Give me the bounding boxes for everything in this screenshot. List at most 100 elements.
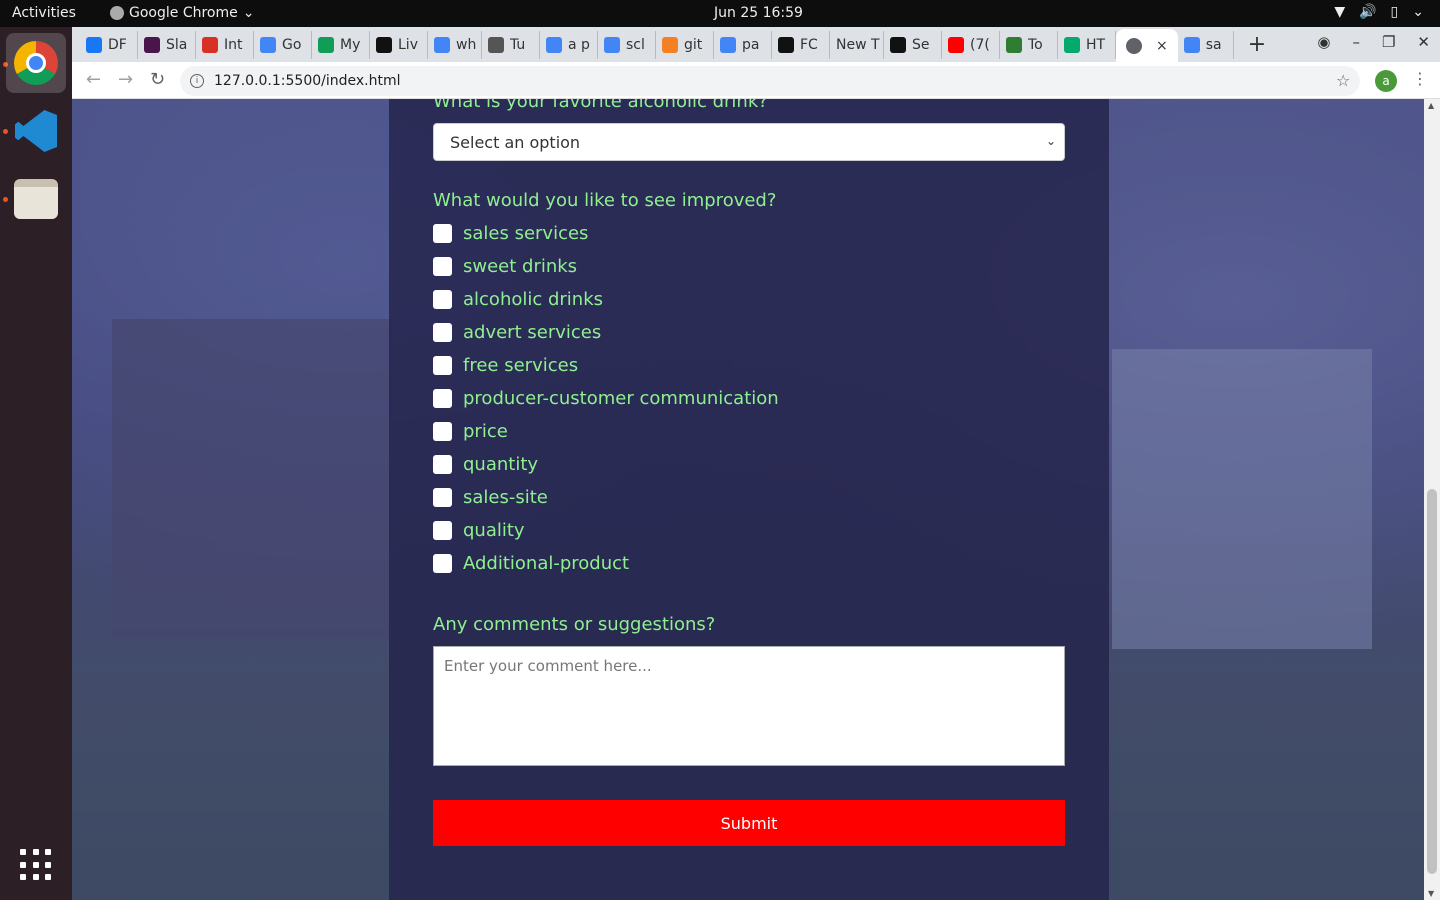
checkbox[interactable] — [433, 521, 452, 540]
improve-option[interactable]: sales-site — [433, 487, 548, 508]
checkbox[interactable] — [433, 224, 452, 243]
improve-option[interactable]: price — [433, 421, 508, 442]
tab-label: DF — [108, 36, 127, 53]
minimize-icon[interactable]: – — [1352, 33, 1360, 51]
browser-tab[interactable]: Sla — [138, 30, 196, 59]
browser-tab[interactable]: Int — [196, 30, 254, 59]
improve-option[interactable]: sales services — [433, 223, 588, 244]
browser-tab[interactable]: Tu — [482, 30, 540, 59]
scroll-up-icon[interactable]: ▲ — [1428, 101, 1434, 110]
dock-chrome[interactable] — [6, 33, 66, 93]
improve-option[interactable]: sweet drinks — [433, 256, 577, 277]
page-scrollbar[interactable]: ▲ ▼ — [1424, 99, 1440, 900]
browser-tab[interactable]: HT — [1058, 30, 1116, 59]
facebook-icon — [86, 36, 102, 53]
gmail-icon — [202, 36, 218, 53]
forward-icon[interactable]: → — [118, 69, 133, 90]
improve-question-label: What would you like to see improved? — [433, 190, 777, 211]
browser-tab[interactable]: New T — [830, 30, 884, 59]
browser-tab[interactable]: FC — [772, 30, 830, 59]
checkbox-label: sweet drinks — [463, 256, 578, 277]
tab-label: My — [340, 36, 361, 53]
browser-tab[interactable]: (7( — [942, 30, 1000, 59]
google-icon — [604, 36, 620, 53]
reload-icon[interactable]: ↻ — [150, 69, 165, 90]
improve-option[interactable]: alcoholic drinks — [433, 289, 603, 310]
browser-tab[interactable]: sa — [1178, 30, 1234, 59]
restore-icon[interactable]: ❐ — [1382, 33, 1395, 51]
checkbox[interactable] — [433, 488, 452, 507]
clock[interactable]: Jun 25 16:59 — [714, 5, 803, 21]
browser-tab[interactable]: DF — [80, 30, 138, 59]
checkbox-label: producer-customer communication — [463, 388, 779, 409]
checkbox-label: sales-site — [463, 487, 548, 508]
improve-option[interactable]: producer-customer communication — [433, 388, 779, 409]
improve-option[interactable]: Additional-product — [433, 553, 629, 574]
profile-avatar[interactable]: a — [1375, 70, 1397, 92]
comments-textarea[interactable]: Enter your comment here... — [433, 646, 1065, 766]
active-tab[interactable]: × — [1116, 29, 1178, 62]
scrollbar-thumb[interactable] — [1427, 489, 1437, 874]
app-menu[interactable]: Google Chrome ⌄ — [110, 5, 254, 21]
slack-icon — [144, 36, 160, 53]
tab-strip: DF Sla Int Go My Liv wh Tu a p scl git pa FC New T Se (… — [72, 27, 1440, 62]
tab-label: Se — [912, 36, 930, 53]
app-menu-label: Google Chrome — [129, 5, 238, 21]
close-icon[interactable]: ✕ — [1417, 33, 1430, 51]
checkbox[interactable] — [433, 422, 452, 441]
new-tab-button[interactable]: + — [1248, 32, 1266, 57]
checkbox[interactable] — [433, 389, 452, 408]
drink-select-value: Select an option — [450, 132, 581, 152]
tab-label: Go — [282, 36, 302, 53]
info-icon[interactable]: i — [190, 74, 204, 88]
dock-vscode[interactable] — [6, 101, 66, 161]
show-applications-icon[interactable] — [20, 849, 52, 881]
drink-select[interactable]: Select an option ⌄ — [433, 123, 1065, 161]
browser-tab[interactable]: pa — [714, 30, 772, 59]
browser-tab[interactable]: git — [656, 30, 714, 59]
close-tab-icon[interactable]: × — [1156, 38, 1168, 54]
w3schools-icon — [1064, 36, 1080, 53]
tab-label: wh — [456, 36, 477, 53]
activities-button[interactable]: Activities — [12, 5, 76, 21]
page-viewport: What is your favorite alcoholic drink? S… — [72, 99, 1440, 900]
checkbox-label: alcoholic drinks — [463, 289, 604, 310]
address-bar[interactable]: i 127.0.0.1:5500/index.html — [180, 66, 1360, 96]
improve-option[interactable]: quality — [433, 520, 525, 541]
drink-question-label: What is your favorite alcoholic drink? — [433, 99, 768, 112]
browser-tab[interactable]: scl — [598, 30, 656, 59]
bookmark-star-icon[interactable]: ☆ — [1336, 71, 1350, 90]
chrome-menu-icon[interactable]: ⋮ — [1412, 69, 1428, 88]
window-controls: ◉ – ❐ ✕ — [1317, 33, 1430, 51]
checkbox[interactable] — [433, 323, 452, 342]
checkbox[interactable] — [433, 257, 452, 276]
checkbox-label: price — [463, 421, 508, 442]
youtube-icon — [948, 36, 964, 53]
improve-option[interactable]: quantity — [433, 454, 538, 475]
tab-label: Tu — [510, 36, 526, 53]
tab-label: FC — [800, 36, 818, 53]
google-icon — [1183, 36, 1200, 53]
browser-tab[interactable]: Se — [884, 30, 942, 59]
browser-tab[interactable]: Go — [254, 30, 312, 59]
drive-icon — [318, 36, 334, 53]
checkbox[interactable] — [433, 455, 452, 474]
browser-tab[interactable]: Liv — [370, 30, 428, 59]
system-tray[interactable]: ▼ 🔊 ▯ ⌄ — [1334, 4, 1424, 20]
browser-tab[interactable]: a p — [540, 30, 598, 59]
browser-tab[interactable]: To — [1000, 30, 1058, 59]
checkbox-label: Additional-product — [463, 553, 630, 574]
browser-tab[interactable]: My — [312, 30, 370, 59]
tab-search-icon[interactable]: ◉ — [1317, 33, 1330, 51]
checkbox[interactable] — [433, 356, 452, 375]
checkbox[interactable] — [433, 554, 452, 573]
scroll-down-icon[interactable]: ▼ — [1428, 889, 1434, 898]
improve-option[interactable]: free services — [433, 355, 578, 376]
improve-option[interactable]: advert services — [433, 322, 601, 343]
checkbox-label: sales services — [463, 223, 589, 244]
submit-button[interactable]: Submit — [433, 800, 1065, 846]
back-icon[interactable]: ← — [86, 69, 101, 90]
dock-files[interactable] — [6, 169, 66, 229]
browser-tab[interactable]: wh — [428, 30, 482, 59]
checkbox[interactable] — [433, 290, 452, 309]
